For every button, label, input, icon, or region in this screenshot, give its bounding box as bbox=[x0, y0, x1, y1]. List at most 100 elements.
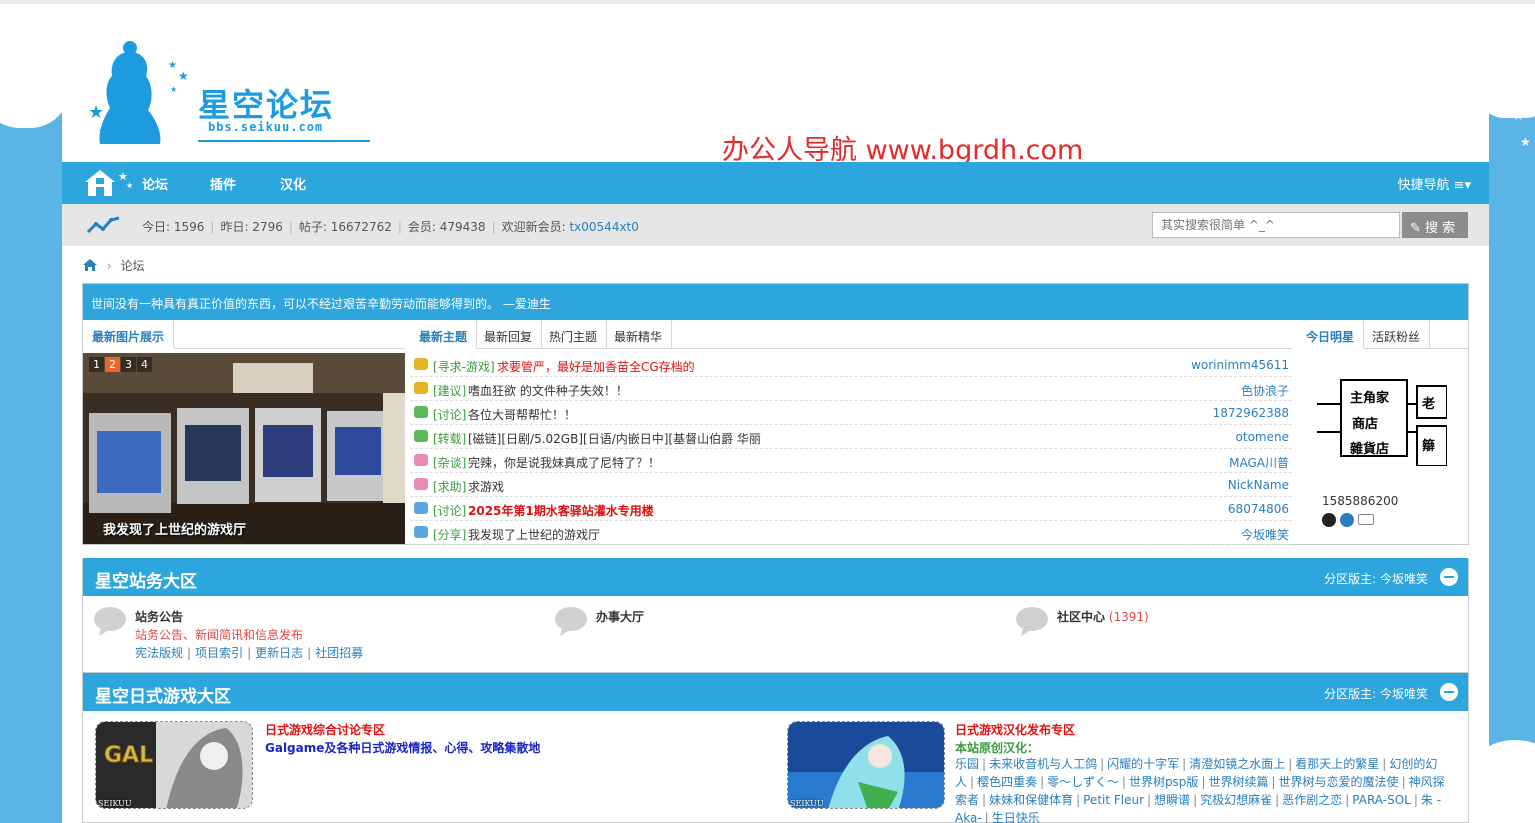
subforum-link[interactable]: 社团招募 bbox=[315, 646, 363, 660]
thread-author[interactable]: MAGA川普 bbox=[1229, 454, 1289, 471]
collapse-icon[interactable] bbox=[1440, 568, 1458, 586]
slideshow-image[interactable]: 1234 我发现了上世纪的游戏厅 bbox=[83, 353, 405, 544]
site-logo[interactable]: ★ ★ ★ ★ ★ ★ 星空论坛 bbs.seikuu.com bbox=[80, 40, 370, 146]
project-link[interactable]: 乐园 bbox=[955, 757, 979, 771]
tab-latest-digest[interactable]: 最新精华 bbox=[605, 320, 673, 349]
tab-hot-topics[interactable]: 热门主题 bbox=[540, 320, 608, 349]
search-input[interactable] bbox=[1152, 212, 1400, 238]
thread-title[interactable]: [磁链][日剧/5.02GB][日语/内嵌日中][基督山伯爵 华丽 bbox=[468, 430, 761, 447]
forum-bubble-icon[interactable] bbox=[93, 606, 127, 636]
nav-item-localization[interactable]: 汉化 bbox=[280, 174, 306, 193]
thread-row[interactable]: [建议] 嗜血狂欲 的文件种子失效！！ 色协浪子 bbox=[410, 377, 1292, 401]
thread-row[interactable]: [寻求-游戏] 求要管严，最好是加香苗全CG存档的 worinimm45611 bbox=[410, 353, 1292, 377]
new-member-link[interactable]: tx00544xt0 bbox=[569, 220, 638, 234]
subforum-link[interactable]: 宪法版规 bbox=[135, 646, 183, 660]
section-title[interactable]: 星空站务大区 bbox=[95, 567, 197, 592]
thread-author[interactable]: NickName bbox=[1228, 478, 1289, 492]
profile-icon[interactable] bbox=[1340, 512, 1354, 527]
project-link[interactable]: 世界树与恋爱的魔法使 bbox=[1279, 775, 1399, 789]
forum-name[interactable]: 日式游戏综合讨论专区 bbox=[265, 721, 385, 738]
search-button[interactable]: ✎ 搜 索 bbox=[1402, 212, 1468, 238]
thread-category[interactable]: [转载] bbox=[433, 430, 466, 447]
forum-thumbnail[interactable]: SEIKUU bbox=[787, 721, 945, 809]
forum-name[interactable]: 办事大厅 bbox=[596, 608, 644, 625]
forum-name[interactable]: 日式游戏汉化发布专区 bbox=[955, 721, 1075, 738]
thread-row[interactable]: [分享] 我发现了上世纪的游戏厅 今坂唯笑 bbox=[410, 521, 1292, 545]
thread-category[interactable]: [寻求-游戏] bbox=[433, 358, 495, 375]
subforum-link[interactable]: 更新日志 bbox=[255, 646, 303, 660]
project-link[interactable]: 零～しずく～ bbox=[1047, 775, 1119, 789]
nav-item-forum[interactable]: 论坛 bbox=[142, 174, 168, 193]
thread-author[interactable]: worinimm45611 bbox=[1191, 358, 1289, 372]
tab-active-fans[interactable]: 活跃粉丝 bbox=[1363, 320, 1431, 349]
thread-author[interactable]: 1872962388 bbox=[1213, 406, 1289, 420]
subforum-link[interactable]: 项目索引 bbox=[195, 646, 243, 660]
project-link[interactable]: 世界树续篇 bbox=[1208, 775, 1268, 789]
thread-row[interactable]: [转载] [磁链][日剧/5.02GB][日语/内嵌日中][基督山伯爵 华丽 oto… bbox=[410, 425, 1292, 449]
message-icon[interactable] bbox=[1358, 514, 1374, 525]
section-title[interactable]: 星空日式游戏大区 bbox=[95, 682, 231, 707]
thread-category[interactable]: [建议] bbox=[433, 382, 466, 399]
thread-category[interactable]: [求助] bbox=[433, 478, 466, 495]
project-link[interactable]: 世界树psp版 bbox=[1129, 775, 1199, 789]
thread-title[interactable]: 求要管严，最好是加香苗全CG存档的 bbox=[497, 358, 695, 375]
forum-name[interactable]: 社区中心 (1391) bbox=[1057, 608, 1149, 625]
tab-today-star[interactable]: 今日明星 bbox=[1297, 320, 1365, 349]
star-avatar[interactable]: 主角家 商店 雜貨店 老 䉸 bbox=[1307, 356, 1447, 466]
thread-title[interactable]: 完辣，你是说我妹真成了尼特了？！ bbox=[468, 454, 660, 471]
star-sign-line: 雜貨店 bbox=[1350, 441, 1389, 457]
slide-number[interactable]: 4 bbox=[137, 357, 152, 372]
forum-thumbnail[interactable]: GAL SEIKUU bbox=[95, 721, 253, 809]
project-link[interactable]: Petit Fleur bbox=[1083, 793, 1144, 807]
thread-title[interactable]: 求游戏 bbox=[468, 478, 504, 495]
thread-title[interactable]: 嗜血狂欲 的文件种子失效！！ bbox=[468, 382, 628, 399]
thread-author[interactable]: 68074806 bbox=[1228, 502, 1289, 516]
forum-bubble-icon[interactable] bbox=[1015, 606, 1049, 636]
star-username[interactable]: 1585886200 bbox=[1322, 494, 1398, 508]
tabbar: 最新图片展示 bbox=[83, 320, 405, 349]
slide-number[interactable]: 3 bbox=[121, 357, 136, 372]
thread-category[interactable]: [讨论] bbox=[433, 406, 466, 423]
project-link[interactable]: 闪耀的十字军 bbox=[1107, 757, 1179, 771]
thread-author[interactable]: 今坂唯笑 bbox=[1241, 526, 1289, 543]
slide-caption[interactable]: 我发现了上世纪的游戏厅 bbox=[103, 519, 246, 538]
breadcrumb-current[interactable]: 论坛 bbox=[120, 259, 144, 273]
thread-category[interactable]: [分享] bbox=[433, 526, 466, 543]
thread-type-icon bbox=[414, 430, 428, 442]
project-link[interactable]: 未来收音机与人工鸽 bbox=[989, 757, 1097, 771]
project-link[interactable]: 生日快乐 bbox=[992, 811, 1040, 823]
thread-title[interactable]: 各位大哥帮帮忙！！ bbox=[468, 406, 576, 423]
nav-item-plugins[interactable]: 插件 bbox=[210, 174, 236, 193]
qq-icon[interactable] bbox=[1322, 512, 1336, 527]
thread-author[interactable]: otomene bbox=[1236, 430, 1289, 444]
project-link[interactable]: 恶作剧之恋 bbox=[1282, 793, 1342, 807]
slide-number[interactable]: 1 bbox=[89, 357, 104, 372]
tab-latest-replies[interactable]: 最新回复 bbox=[475, 320, 543, 349]
forum-name[interactable]: 站务公告 bbox=[135, 608, 183, 625]
thread-title[interactable]: 2025年第1期水客驿站灌水专用楼 bbox=[468, 502, 654, 519]
thread-category[interactable]: [讨论] bbox=[433, 502, 466, 519]
thread-row[interactable]: [求助] 求游戏 NickName bbox=[410, 473, 1292, 497]
tab-latest-images[interactable]: 最新图片展示 bbox=[83, 320, 175, 349]
home-icon[interactable] bbox=[82, 258, 98, 272]
project-link[interactable]: 究极幻想麻雀 bbox=[1200, 793, 1272, 807]
tab-latest-topics[interactable]: 最新主题 bbox=[410, 320, 478, 349]
thread-title[interactable]: 我发现了上世纪的游戏厅 bbox=[468, 526, 600, 543]
forum-bubble-icon[interactable] bbox=[554, 606, 588, 636]
project-link[interactable]: 清澄如镜之水面上 bbox=[1189, 757, 1285, 771]
project-link[interactable]: 想瞬谱 bbox=[1154, 793, 1190, 807]
thread-row[interactable]: [杂谈] 完辣，你是说我妹真成了尼特了？！ MAGA川普 bbox=[410, 449, 1292, 473]
slide-number[interactable]: 2 bbox=[105, 357, 120, 372]
thumbnail-label: SEIKUU bbox=[98, 799, 132, 808]
project-link[interactable]: 樱色四重奏 bbox=[977, 775, 1037, 789]
project-link[interactable]: 看那天上的繁星 bbox=[1295, 757, 1379, 771]
home-button[interactable]: ★ ★ bbox=[82, 166, 138, 200]
quick-nav-dropdown[interactable]: 快捷导航 ≡▾ bbox=[1397, 174, 1471, 193]
project-link[interactable]: 妹妹和保健体育 bbox=[989, 793, 1073, 807]
project-link[interactable]: PARA-SOL bbox=[1352, 793, 1411, 807]
thread-row[interactable]: [讨论] 各位大哥帮帮忙！！ 1872962388 bbox=[410, 401, 1292, 425]
collapse-icon[interactable] bbox=[1440, 683, 1458, 701]
thread-author[interactable]: 色协浪子 bbox=[1241, 382, 1289, 399]
thread-row[interactable]: [讨论] 2025年第1期水客驿站灌水专用楼 68074806 bbox=[410, 497, 1292, 521]
thread-category[interactable]: [杂谈] bbox=[433, 454, 466, 471]
